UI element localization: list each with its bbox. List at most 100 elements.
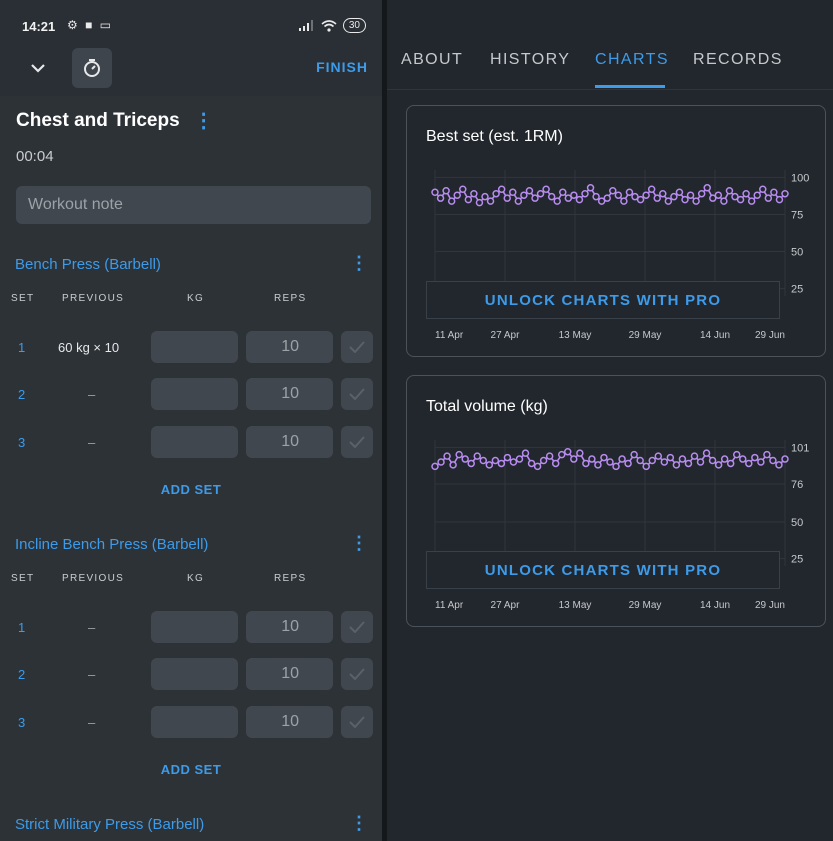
workout-panel: 14:21 ⚙ ■ ▭ 30 FINISH Chest and Triceps … [0,0,382,841]
exercise-menu-icon[interactable]: ⋮ [350,254,368,272]
data-point [714,461,723,469]
add-set-button[interactable]: ADD SET [0,482,382,497]
data-point [625,188,634,196]
set-row: 1 60 kg × 10 10 [0,331,382,363]
workout-note-input[interactable]: Workout note [16,186,371,224]
workout-sheet: Chest and Triceps ⋮ 00:04 Workout note B… [0,96,382,841]
data-point [527,459,536,468]
data-point [618,455,626,463]
chevron-down-icon[interactable] [24,54,52,82]
data-point [547,192,556,201]
set-number[interactable]: 3 [18,435,25,450]
reps-input[interactable]: 10 [246,331,333,363]
data-point [503,453,512,462]
data-point [455,450,463,459]
add-set-button[interactable]: ADD SET [0,762,382,777]
data-point [684,459,693,468]
reps-input[interactable]: 10 [246,611,333,643]
x-tick-label: 13 May [559,600,592,611]
tab-about[interactable]: ABOUT [401,51,463,69]
check-icon [349,436,365,448]
set-row: 2 – 10 [0,658,382,690]
workout-menu-icon[interactable]: ⋮ [194,111,214,131]
data-point [686,191,695,199]
complete-set-checkbox[interactable] [341,611,373,643]
data-point [675,188,684,196]
signal-icon [298,20,313,31]
x-tick-label: 29 Jun [755,600,785,611]
rest-timer-button[interactable] [72,48,112,88]
workout-title[interactable]: Chest and Triceps [16,110,180,132]
reps-input[interactable]: 10 [246,378,333,410]
data-point [588,455,596,463]
data-point [636,195,645,204]
kg-input[interactable] [151,426,238,458]
kg-input[interactable] [151,658,238,690]
data-point [612,462,620,471]
set-row: 1 – 10 [0,611,382,643]
data-point [461,455,469,463]
set-number[interactable]: 1 [18,620,25,635]
data-point [473,452,481,460]
column-reps: REPS [274,293,307,304]
kg-input[interactable] [151,611,238,643]
set-number[interactable]: 2 [18,667,25,682]
status-bar: 14:21 ⚙ ■ ▭ 30 [0,0,382,40]
data-point [485,461,494,469]
tab-records[interactable]: RECORDS [693,51,783,69]
data-point [475,198,484,207]
x-tick-label: 11 Apr [435,330,464,341]
data-point [648,456,656,465]
data-point [703,184,711,192]
data-point [759,185,767,194]
unlock-charts-button[interactable]: UNLOCK CHARTS WITH PRO [426,281,780,319]
finish-button[interactable]: FINISH [316,59,368,75]
data-point [690,452,699,460]
column-set: SET [11,573,35,584]
check-icon [349,668,365,680]
complete-set-checkbox[interactable] [341,706,373,738]
data-point [581,189,589,198]
y-tick-label: 101 [791,442,809,454]
battery-icon: 30 [342,18,366,33]
column-reps: REPS [274,573,307,584]
complete-set-checkbox[interactable] [341,658,373,690]
exercise-name[interactable]: Bench Press (Barbell) [15,256,161,273]
exercise-name[interactable]: Incline Bench Press (Barbell) [15,536,208,553]
complete-set-checkbox[interactable] [341,331,373,363]
data-point [553,197,561,205]
data-point [609,187,617,195]
data-point [732,450,741,459]
complete-set-checkbox[interactable] [341,378,373,410]
set-number[interactable]: 1 [18,340,25,355]
data-point [670,192,678,201]
complete-set-checkbox[interactable] [341,426,373,458]
data-point [551,459,560,468]
data-point [521,449,530,457]
data-point [575,195,584,204]
data-point [470,189,478,198]
unlock-charts-button[interactable]: UNLOCK CHARTS WITH PRO [426,551,780,589]
chart-card-total-volume: 101 76 50 25 11 Apr 27 Apr 13 May 29 May 14 Jun 2… [406,375,826,627]
data-point [614,191,623,199]
exercise-menu-icon[interactable]: ⋮ [350,814,368,832]
x-tick-label: 29 May [629,330,662,341]
exercise-name[interactable]: Strict Military Press (Barbell) [15,816,204,833]
set-number[interactable]: 2 [18,387,25,402]
data-point [497,459,506,468]
kg-input[interactable] [151,331,238,363]
data-point [453,191,461,199]
data-point [603,194,611,202]
data-point [509,188,517,196]
kg-input[interactable] [151,378,238,410]
data-point [647,185,656,194]
exercise-menu-icon[interactable]: ⋮ [350,534,368,552]
reps-input[interactable]: 10 [246,658,333,690]
set-number[interactable]: 3 [18,715,25,730]
kg-input[interactable] [151,706,238,738]
data-point [514,197,523,205]
reps-input[interactable]: 10 [246,426,333,458]
reps-input[interactable]: 10 [246,706,333,738]
tab-history[interactable]: HISTORY [490,51,570,69]
tab-charts[interactable]: CHARTS [595,51,669,69]
